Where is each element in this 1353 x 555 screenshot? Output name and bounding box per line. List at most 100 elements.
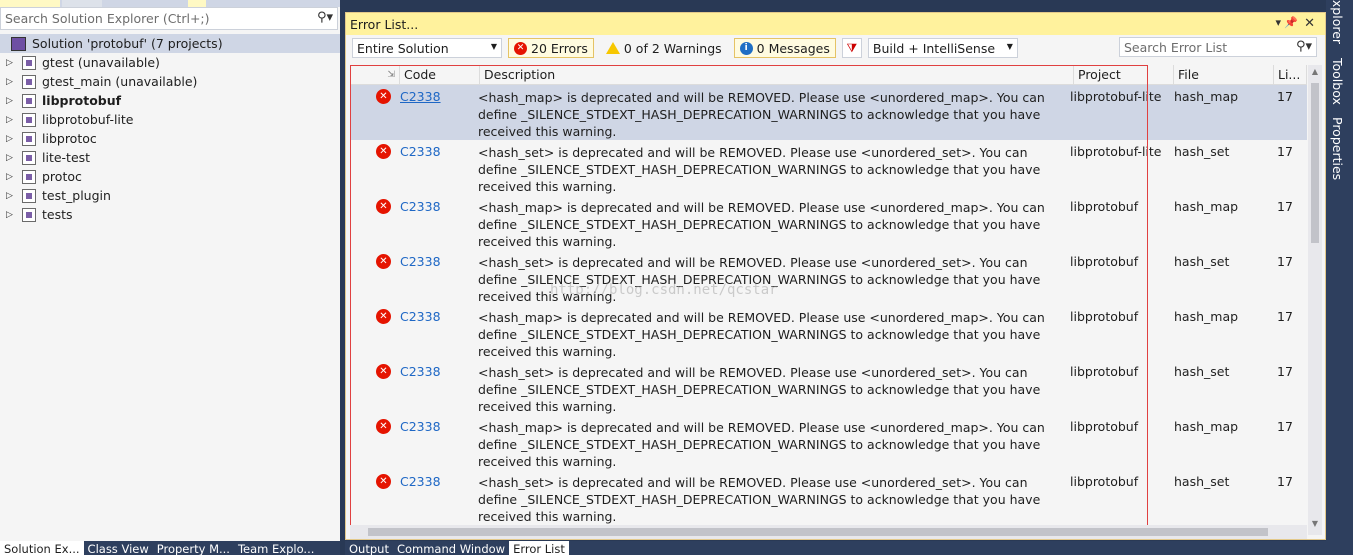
clear-filter-icon[interactable]: ⧩	[841, 38, 862, 58]
expand-arrow-icon[interactable]: ▷	[6, 172, 16, 182]
tab-solution-explorer[interactable]: Solution Ex...	[0, 541, 84, 555]
solution-explorer-top-strip	[0, 0, 340, 7]
close-icon[interactable]: ✕	[1304, 16, 1315, 31]
row-description: <hash_map> is deprecated and will be REM…	[478, 200, 1045, 249]
table-row[interactable]: ✕ C2338 <hash_set> is deprecated and will …	[350, 470, 1307, 525]
expand-arrow-icon[interactable]: ▷	[6, 115, 16, 125]
vertical-scrollbar[interactable]: ▲ ▼	[1308, 65, 1322, 535]
expand-arrow-icon[interactable]: ▷	[6, 210, 16, 220]
tree-project-node[interactable]: ▷ gtest_main (unavailable)	[0, 72, 340, 91]
tree-solution-node[interactable]: Solution 'protobuf' (7 projects)	[0, 34, 340, 53]
project-icon	[22, 188, 36, 203]
error-list-panel: Error List... ▾ 📌 ✕ Entire Solution ▼ ✕ …	[345, 12, 1326, 540]
error-search-input[interactable]: Search Error List ⚲▾	[1119, 37, 1317, 57]
header-line[interactable]: Li...	[1274, 65, 1307, 84]
scope-dropdown[interactable]: Entire Solution ▼	[352, 38, 502, 58]
header-project[interactable]: Project	[1074, 65, 1174, 84]
code-link[interactable]: C2338	[396, 415, 476, 470]
row-file: hash_set	[1174, 254, 1230, 269]
messages-label: 0 Messages	[756, 40, 830, 56]
errors-filter-button[interactable]: ✕ 20 Errors	[508, 38, 594, 58]
header-code[interactable]: Code	[400, 65, 480, 84]
table-row[interactable]: ✕ C2338 <hash_map> is deprecated and will …	[350, 415, 1307, 470]
top-tab-mid[interactable]	[62, 0, 102, 7]
tab-command-window[interactable]: Command Window	[393, 541, 509, 555]
solution-search-input[interactable]: Search Solution Explorer (Ctrl+;) ⚲▾	[0, 7, 338, 30]
error-list-title: Error List...	[350, 16, 419, 32]
expand-arrow-icon[interactable]: ▷	[6, 77, 16, 87]
code-link[interactable]: C2338	[396, 195, 476, 250]
header-description[interactable]: Description	[480, 65, 1074, 84]
table-row[interactable]: ✕ C2338 <hash_map> is deprecated and will …	[350, 195, 1307, 250]
tree-project-node[interactable]: ▷ lite-test	[0, 148, 340, 167]
window-position-icon[interactable]: ▾	[1275, 16, 1281, 29]
horizontal-scrollbar[interactable]	[350, 525, 1307, 539]
top-tab-right[interactable]	[188, 0, 206, 7]
row-error-icon-cell: ✕	[350, 140, 396, 195]
search-icon[interactable]: ⚲▾	[1296, 39, 1312, 54]
tab-class-view[interactable]: Class View	[84, 541, 153, 555]
table-row[interactable]: ✕ C2338 <hash_map> is deprecated and will …	[350, 305, 1307, 360]
row-project: libprotobuf-lite	[1070, 89, 1162, 104]
expand-arrow-icon[interactable]: ▷	[6, 191, 16, 201]
row-description: <hash_set> is deprecated and will be REM…	[478, 475, 1041, 524]
pin-icon[interactable]: 📌	[1284, 16, 1298, 29]
header-file[interactable]: File	[1174, 65, 1274, 84]
warnings-filter-button[interactable]: 0 of 2 Warnings	[600, 38, 728, 58]
unavailable-project-icon	[22, 55, 36, 70]
scroll-thumb[interactable]	[1311, 83, 1319, 243]
grid-header: ⇲ Code Description Project File Li...	[350, 65, 1307, 85]
table-row[interactable]: ✕ C2338 <hash_set> is deprecated and will …	[350, 360, 1307, 415]
row-file: hash_set	[1174, 144, 1230, 159]
table-row[interactable]: ✕ C2338 <hash_set> is deprecated and will …	[350, 250, 1307, 305]
tree-project-node[interactable]: ▷ gtest (unavailable)	[0, 53, 340, 72]
tab-property-manager[interactable]: Property M...	[153, 541, 234, 555]
chevron-down-icon: ▼	[1006, 42, 1013, 51]
hscroll-thumb[interactable]	[368, 528, 1268, 536]
code-link[interactable]: C2338	[396, 85, 476, 140]
search-icon[interactable]: ⚲▾	[317, 10, 333, 25]
tab-toolbox[interactable]: Toolbox	[1330, 58, 1345, 105]
code-link[interactable]: C2338	[396, 140, 476, 195]
code-link[interactable]: C2338	[396, 360, 476, 415]
scroll-up-icon[interactable]: ▲	[1308, 67, 1322, 81]
project-icon	[22, 112, 36, 127]
tab-explorer[interactable]: Explorer	[1330, 0, 1345, 44]
top-tab-left[interactable]	[0, 0, 60, 7]
row-error-icon-cell: ✕	[350, 85, 396, 140]
tree-project-node[interactable]: ▷ libprotobuf-lite	[0, 110, 340, 129]
tab-output[interactable]: Output	[345, 541, 393, 555]
code-link[interactable]: C2338	[396, 250, 476, 305]
expand-arrow-icon[interactable]: ▷	[6, 58, 16, 68]
tree-project-node[interactable]: ▷ libprotobuf	[0, 91, 340, 110]
row-project: libprotobuf	[1070, 474, 1139, 489]
scroll-down-icon[interactable]: ▼	[1308, 519, 1322, 533]
row-file: hash_map	[1174, 89, 1239, 104]
table-row[interactable]: ✕ C2338 <hash_set> is deprecated and will …	[350, 140, 1307, 195]
row-file: hash_set	[1174, 474, 1230, 489]
row-error-icon-cell: ✕	[350, 250, 396, 305]
build-filter-dropdown[interactable]: Build + IntelliSense ▼	[867, 38, 1018, 58]
code-link[interactable]: C2338	[396, 470, 476, 525]
project-icon	[22, 169, 36, 184]
messages-filter-button[interactable]: i 0 Messages	[733, 38, 836, 58]
expand-arrow-icon[interactable]: ▷	[6, 153, 16, 163]
expand-arrow-icon[interactable]: ▷	[6, 134, 16, 144]
tree-project-node[interactable]: ▷ libprotoc	[0, 129, 340, 148]
tree-project-node[interactable]: ▷ tests	[0, 205, 340, 224]
tab-team-explorer[interactable]: Team Explo...	[234, 541, 318, 555]
tab-error-list[interactable]: Error List	[509, 541, 569, 555]
build-filter-value: Build + IntelliSense	[872, 40, 996, 56]
tree-item-label: gtest_main (unavailable)	[42, 74, 198, 89]
row-line: 17	[1277, 474, 1293, 489]
code-link[interactable]: C2338	[396, 305, 476, 360]
row-file: hash_map	[1174, 199, 1239, 214]
warnings-label: 0 of 2 Warnings	[623, 40, 722, 56]
expand-arrow-icon[interactable]: ▷	[6, 96, 16, 106]
header-sort-icon[interactable]: ⇲	[350, 65, 400, 84]
tree-project-node[interactable]: ▷ protoc	[0, 167, 340, 186]
row-file: hash_map	[1174, 419, 1239, 434]
tab-properties[interactable]: Properties	[1330, 117, 1345, 180]
table-row[interactable]: ✕ C2338 <hash_map> is deprecated and will …	[350, 85, 1307, 140]
tree-project-node[interactable]: ▷ test_plugin	[0, 186, 340, 205]
